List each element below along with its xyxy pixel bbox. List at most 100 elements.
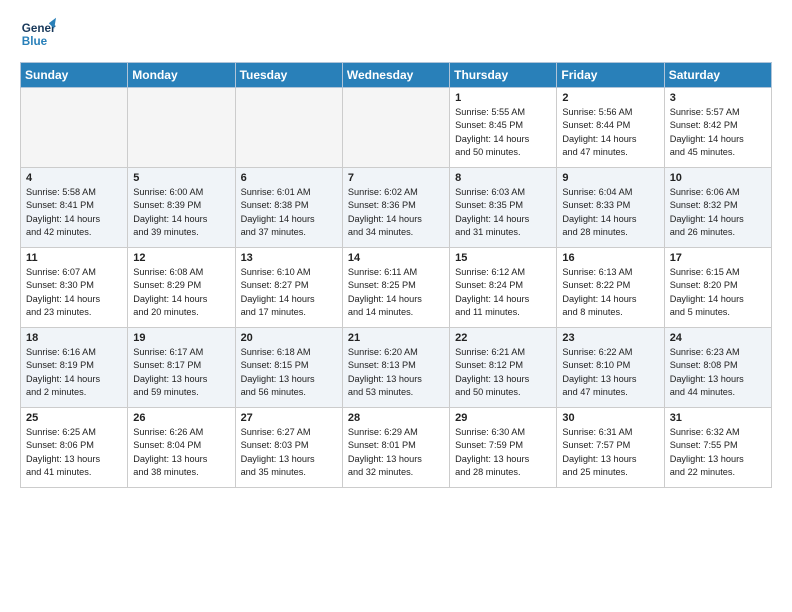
calendar-cell (128, 88, 235, 168)
day-number: 1 (455, 92, 551, 104)
day-number: 22 (455, 332, 551, 344)
calendar-cell: 27 Sunrise: 6:27 AM Sunset: 8:03 PM Dayli… (235, 408, 342, 488)
day-number: 28 (348, 412, 444, 424)
calendar-cell: 31 Sunrise: 6:32 AM Sunset: 7:55 PM Dayli… (664, 408, 771, 488)
day-number: 4 (26, 172, 122, 184)
day-number: 2 (562, 92, 658, 104)
calendar-cell: 2 Sunrise: 5:56 AM Sunset: 8:44 PM Daylig… (557, 88, 664, 168)
day-number: 18 (26, 332, 122, 344)
calendar-cell: 23Sunrise: 6:22 AM Sunset: 8:10 PM Dayli… (557, 328, 664, 408)
calendar-cell: 30Sunrise: 6:31 AM Sunset: 7:57 PM Dayli… (557, 408, 664, 488)
weekday-header-friday: Friday (557, 63, 664, 88)
weekday-header-thursday: Thursday (450, 63, 557, 88)
day-number: 7 (348, 172, 444, 184)
day-info: Sunrise: 6:15 AM Sunset: 8:20 PM Dayligh… (670, 266, 766, 319)
calendar-cell: 10 Sunrise: 6:06 AM Sunset: 8:32 PM Dayli… (664, 168, 771, 248)
weekday-header-tuesday: Tuesday (235, 63, 342, 88)
day-number: 27 (241, 412, 337, 424)
calendar-cell: 20 Sunrise: 6:18 AM Sunset: 8:15 PM Dayli… (235, 328, 342, 408)
svg-text:Blue: Blue (22, 35, 48, 48)
day-info: Sunrise: 5:56 AM Sunset: 8:44 PM Dayligh… (562, 106, 658, 159)
weekday-header-monday: Monday (128, 63, 235, 88)
weekday-header-saturday: Saturday (664, 63, 771, 88)
day-info: Sunrise: 6:13 AM Sunset: 8:22 PM Dayligh… (562, 266, 658, 319)
day-number: 5 (133, 172, 229, 184)
day-number: 31 (670, 412, 766, 424)
day-info: Sunrise: 6:27 AM Sunset: 8:03 PM Dayligh… (241, 426, 337, 479)
day-info: Sunrise: 6:17 AM Sunset: 8:17 PM Dayligh… (133, 346, 229, 399)
calendar-cell: 16 Sunrise: 6:13 AM Sunset: 8:22 PM Dayli… (557, 248, 664, 328)
day-info: Sunrise: 6:04 AM Sunset: 8:33 PM Dayligh… (562, 186, 658, 239)
day-info: Sunrise: 6:30 AM Sunset: 7:59 PM Dayligh… (455, 426, 551, 479)
day-number: 26 (133, 412, 229, 424)
day-number: 12 (133, 252, 229, 264)
day-number: 21 (348, 332, 444, 344)
day-number: 23 (562, 332, 658, 344)
day-number: 8 (455, 172, 551, 184)
calendar-cell (342, 88, 449, 168)
day-info: Sunrise: 6:10 AM Sunset: 8:27 PM Dayligh… (241, 266, 337, 319)
day-info: Sunrise: 5:55 AM Sunset: 8:45 PM Dayligh… (455, 106, 551, 159)
calendar-cell: 21 Sunrise: 6:20 AM Sunset: 8:13 PM Dayli… (342, 328, 449, 408)
calendar-cell: 3 Sunrise: 5:57 AM Sunset: 8:42 PM Daylig… (664, 88, 771, 168)
day-number: 17 (670, 252, 766, 264)
day-number: 14 (348, 252, 444, 264)
calendar-cell: 12Sunrise: 6:08 AM Sunset: 8:29 PM Dayli… (128, 248, 235, 328)
day-info: Sunrise: 6:18 AM Sunset: 8:15 PM Dayligh… (241, 346, 337, 399)
day-number: 13 (241, 252, 337, 264)
calendar-cell: 19Sunrise: 6:17 AM Sunset: 8:17 PM Dayli… (128, 328, 235, 408)
day-info: Sunrise: 5:57 AM Sunset: 8:42 PM Dayligh… (670, 106, 766, 159)
week-row-5: 25 Sunrise: 6:25 AM Sunset: 8:06 PM Dayli… (21, 408, 772, 488)
day-info: Sunrise: 6:32 AM Sunset: 7:55 PM Dayligh… (670, 426, 766, 479)
calendar-cell: 24Sunrise: 6:23 AM Sunset: 8:08 PM Dayli… (664, 328, 771, 408)
calendar-cell (21, 88, 128, 168)
calendar-cell: 6 Sunrise: 6:01 AM Sunset: 8:38 PM Daylig… (235, 168, 342, 248)
day-number: 16 (562, 252, 658, 264)
week-row-1: 1 Sunrise: 5:55 AM Sunset: 8:45 PM Daylig… (21, 88, 772, 168)
logo-icon: General Blue (20, 16, 56, 52)
day-info: Sunrise: 6:23 AM Sunset: 8:08 PM Dayligh… (670, 346, 766, 399)
calendar-cell: 11Sunrise: 6:07 AM Sunset: 8:30 PM Dayli… (21, 248, 128, 328)
day-number: 15 (455, 252, 551, 264)
header: General Blue (20, 16, 772, 52)
day-info: Sunrise: 6:31 AM Sunset: 7:57 PM Dayligh… (562, 426, 658, 479)
day-number: 20 (241, 332, 337, 344)
calendar-cell: 5 Sunrise: 6:00 AM Sunset: 8:39 PM Daylig… (128, 168, 235, 248)
calendar-cell: 29 Sunrise: 6:30 AM Sunset: 7:59 PM Dayli… (450, 408, 557, 488)
day-info: Sunrise: 6:25 AM Sunset: 8:06 PM Dayligh… (26, 426, 122, 479)
day-number: 6 (241, 172, 337, 184)
calendar-table: SundayMondayTuesdayWednesdayThursdayFrid… (20, 62, 772, 488)
week-row-4: 18 Sunrise: 6:16 AM Sunset: 8:19 PM Dayli… (21, 328, 772, 408)
calendar-cell: 4Sunrise: 5:58 AM Sunset: 8:41 PM Daylig… (21, 168, 128, 248)
day-info: Sunrise: 6:00 AM Sunset: 8:39 PM Dayligh… (133, 186, 229, 239)
day-info: Sunrise: 6:06 AM Sunset: 8:32 PM Dayligh… (670, 186, 766, 239)
day-number: 29 (455, 412, 551, 424)
calendar-cell: 22 Sunrise: 6:21 AM Sunset: 8:12 PM Dayli… (450, 328, 557, 408)
day-info: Sunrise: 6:20 AM Sunset: 8:13 PM Dayligh… (348, 346, 444, 399)
calendar-cell: 13 Sunrise: 6:10 AM Sunset: 8:27 PM Dayli… (235, 248, 342, 328)
calendar-cell: 18 Sunrise: 6:16 AM Sunset: 8:19 PM Dayli… (21, 328, 128, 408)
calendar-cell: 15 Sunrise: 6:12 AM Sunset: 8:24 PM Dayli… (450, 248, 557, 328)
calendar-cell (235, 88, 342, 168)
day-info: Sunrise: 6:12 AM Sunset: 8:24 PM Dayligh… (455, 266, 551, 319)
day-number: 3 (670, 92, 766, 104)
page: General Blue SundayMondayTuesdayWednesda… (0, 0, 792, 504)
calendar-cell: 26Sunrise: 6:26 AM Sunset: 8:04 PM Dayli… (128, 408, 235, 488)
weekday-header-sunday: Sunday (21, 63, 128, 88)
day-info: Sunrise: 6:02 AM Sunset: 8:36 PM Dayligh… (348, 186, 444, 239)
day-number: 9 (562, 172, 658, 184)
day-number: 11 (26, 252, 122, 264)
day-info: Sunrise: 6:01 AM Sunset: 8:38 PM Dayligh… (241, 186, 337, 239)
day-info: Sunrise: 6:11 AM Sunset: 8:25 PM Dayligh… (348, 266, 444, 319)
day-info: Sunrise: 6:29 AM Sunset: 8:01 PM Dayligh… (348, 426, 444, 479)
day-info: Sunrise: 6:21 AM Sunset: 8:12 PM Dayligh… (455, 346, 551, 399)
calendar-cell: 28 Sunrise: 6:29 AM Sunset: 8:01 PM Dayli… (342, 408, 449, 488)
logo: General Blue (20, 16, 62, 52)
day-number: 25 (26, 412, 122, 424)
calendar-cell: 1 Sunrise: 5:55 AM Sunset: 8:45 PM Daylig… (450, 88, 557, 168)
day-number: 10 (670, 172, 766, 184)
day-info: Sunrise: 6:16 AM Sunset: 8:19 PM Dayligh… (26, 346, 122, 399)
calendar-cell: 7 Sunrise: 6:02 AM Sunset: 8:36 PM Daylig… (342, 168, 449, 248)
calendar-cell: 9 Sunrise: 6:04 AM Sunset: 8:33 PM Daylig… (557, 168, 664, 248)
week-row-2: 4Sunrise: 5:58 AM Sunset: 8:41 PM Daylig… (21, 168, 772, 248)
